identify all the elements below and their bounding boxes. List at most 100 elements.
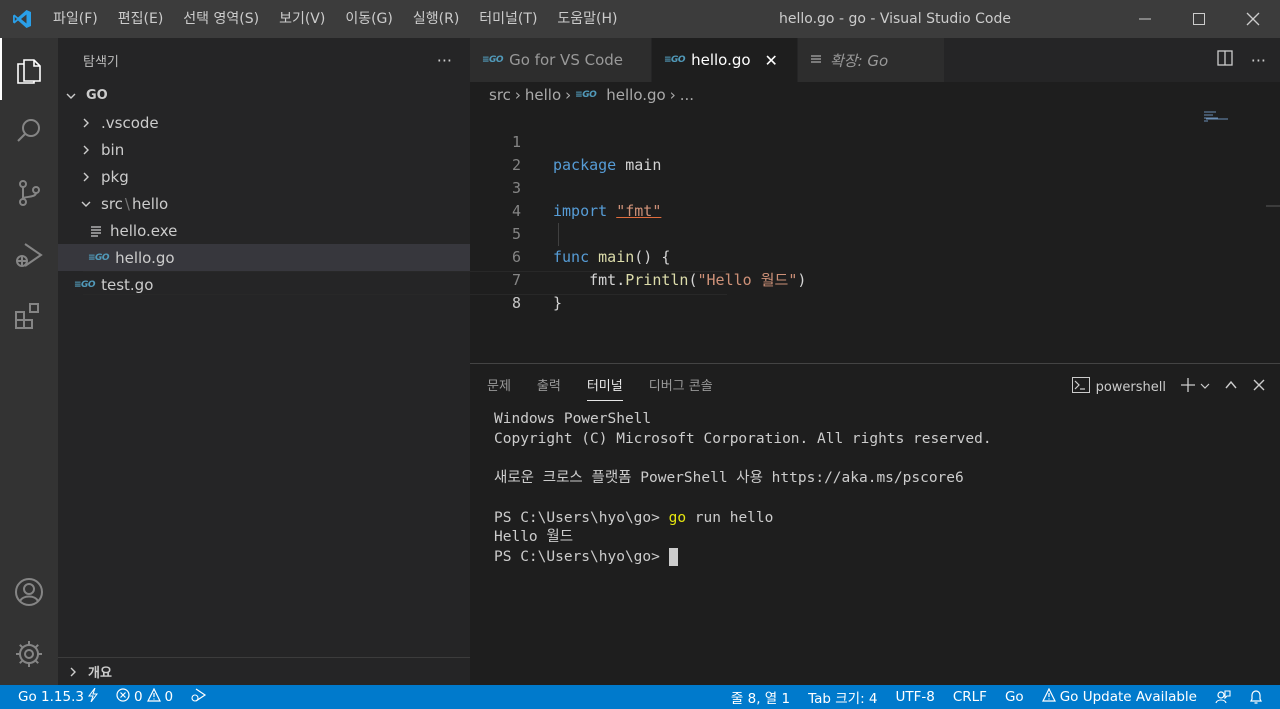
maximize-button[interactable] [1172, 0, 1226, 38]
breadcrumb: src › hello › ≡GO hello.go › ... [470, 82, 1280, 108]
close-window-button[interactable] [1226, 0, 1280, 38]
explorer-icon[interactable] [0, 38, 58, 100]
manage-gear-icon[interactable] [0, 623, 58, 685]
tab-go-for-vscode[interactable]: ≡GO Go for VS Code [470, 38, 652, 82]
status-bar: Go 1.15.3 0 0 줄 8, 열 1 Tab 크기: 4 UTF-8 C… [0, 685, 1280, 709]
menu-run[interactable]: 실행(R) [403, 0, 469, 38]
go-update-label: Go Update Available [1059, 689, 1197, 705]
tree-folder-pkg[interactable]: pkg [58, 163, 470, 190]
go-version-label: Go 1.15.3 [18, 689, 84, 705]
code-editor[interactable]: 1 package main 2 3 import "fmt" 4 5 func… [470, 108, 1280, 363]
tree-folder-bin[interactable]: bin [58, 136, 470, 163]
breadcrumb-item[interactable]: ... [680, 86, 694, 104]
tree-file-hello-go[interactable]: ≡GO hello.go [58, 244, 470, 271]
path-separator: \ [124, 194, 130, 213]
minimize-button[interactable] [1118, 0, 1172, 38]
menu-go[interactable]: 이동(G) [335, 0, 403, 38]
terminal-command: go [668, 509, 687, 526]
menu-help[interactable]: 도움말(H) [547, 0, 627, 38]
menu-selection[interactable]: 선택 영역(S) [173, 0, 269, 38]
run-debug-icon[interactable] [0, 224, 58, 286]
terminal-output[interactable]: Windows PowerShell Copyright (C) Microso… [494, 410, 992, 568]
code-line: 4 [470, 177, 1270, 220]
tree-file-hello-exe[interactable]: hello.exe [58, 217, 470, 244]
tree-folder-src-hello[interactable]: src \ hello [58, 190, 470, 217]
tab-terminal[interactable]: 터미널 [586, 364, 623, 410]
menu-edit[interactable]: 편집(E) [108, 0, 174, 38]
chevron-down-icon [62, 90, 80, 102]
tab-debug-console[interactable]: 디버그 콘솔 [649, 364, 713, 410]
debug-status[interactable] [182, 685, 216, 709]
terminal-line: Hello 월드 [494, 529, 574, 546]
chevron-right-icon: › [514, 86, 521, 104]
go-version-status[interactable]: Go 1.15.3 [0, 685, 107, 709]
tab-size[interactable]: Tab 크기: 4 [799, 685, 886, 709]
more-actions-icon[interactable]: ··· [437, 51, 452, 70]
tab-problems[interactable]: 문제 [487, 364, 511, 410]
menu-view[interactable]: 보기(V) [269, 0, 335, 38]
tab-extension-go[interactable]: 확장: Go [798, 38, 945, 82]
tab-label: hello.go [691, 51, 751, 69]
code-line: 3 import "fmt" [470, 154, 1270, 220]
activity-bar [0, 38, 58, 685]
chevron-right-icon [64, 666, 82, 678]
explorer-sidebar: 탐색기 ··· GO .vscode bin pkg src \ hello hel… [58, 38, 470, 685]
tab-output[interactable]: 출력 [537, 364, 561, 410]
breadcrumb-item[interactable]: hello [525, 86, 561, 104]
vscode-logo-icon [0, 0, 43, 38]
breadcrumb-item[interactable]: hello.go [606, 86, 665, 104]
minimap[interactable] [1204, 108, 1230, 122]
menu-file[interactable]: 파일(F) [43, 0, 108, 38]
menu-bar: 파일(F) 편집(E) 선택 영역(S) 보기(V) 이동(G) 실행(R) 터… [43, 0, 628, 38]
feedback-icon[interactable] [1206, 685, 1240, 709]
terminal-prompt: PS C:\Users\hyo\go> [494, 509, 669, 526]
chevron-right-icon [77, 171, 95, 183]
more-actions-icon[interactable]: ··· [1251, 51, 1266, 70]
cursor-position[interactable]: 줄 8, 열 1 [722, 685, 799, 709]
outline-section[interactable]: 개요 [58, 657, 470, 685]
notifications-bell-icon[interactable] [1240, 685, 1272, 709]
chevron-down-icon[interactable] [1200, 380, 1210, 395]
end-of-line[interactable]: CRLF [944, 685, 996, 709]
split-editor-icon[interactable] [1217, 50, 1233, 70]
close-tab-icon[interactable]: ✕ [765, 51, 778, 70]
code-line: 6 fmt.Println("Hello 월드") [470, 223, 1270, 289]
tree-folder-vscode[interactable]: .vscode [58, 109, 470, 136]
editor-tabs: ≡GO Go for VS Code ≡GO hello.go ✕ 확장: Go… [470, 38, 1280, 82]
search-icon[interactable] [0, 100, 58, 162]
terminal-selector[interactable]: powershell [1071, 377, 1166, 397]
problems-status[interactable]: 0 0 [107, 685, 182, 709]
new-terminal-icon[interactable] [1180, 377, 1196, 397]
code-line: 1 package main [470, 108, 1270, 174]
encoding[interactable]: UTF-8 [887, 685, 944, 709]
source-control-icon[interactable] [0, 162, 58, 224]
maximize-panel-icon[interactable] [1224, 378, 1238, 396]
chevron-down-icon [77, 198, 95, 210]
go-file-icon: ≡GO [88, 252, 110, 263]
terminal-args: run hello [686, 509, 774, 526]
breadcrumb-item[interactable]: src [489, 86, 511, 104]
indent-guide [558, 223, 559, 246]
close-panel-icon[interactable] [1252, 378, 1266, 396]
chevron-right-icon [77, 144, 95, 156]
tree-root-folder[interactable]: GO [58, 82, 470, 109]
file-lines-icon [90, 225, 102, 237]
window-title: hello.go - go - Visual Studio Code [779, 11, 1011, 27]
status-bar-right: 줄 8, 열 1 Tab 크기: 4 UTF-8 CRLF Go Go Upda… [722, 685, 1272, 709]
scrollbar-marker [1266, 205, 1280, 207]
menu-terminal[interactable]: 터미널(T) [469, 0, 547, 38]
shell-name: powershell [1095, 379, 1166, 395]
go-update-status[interactable]: Go Update Available [1033, 685, 1206, 709]
line-number: 8 [511, 294, 521, 312]
go-file-icon: ≡GO [482, 55, 504, 65]
chevron-right-icon: › [565, 86, 572, 104]
terminal-icon [1071, 377, 1090, 397]
code-line: 7 } [470, 246, 1270, 312]
panel-actions: powershell [1071, 364, 1266, 410]
error-icon [116, 688, 130, 706]
language-mode[interactable]: Go [996, 685, 1033, 709]
account-icon[interactable] [0, 561, 58, 623]
tab-hello-go[interactable]: ≡GO hello.go ✕ [652, 38, 798, 82]
go-file-icon: ≡GO [575, 90, 597, 100]
extensions-icon[interactable] [0, 286, 58, 348]
